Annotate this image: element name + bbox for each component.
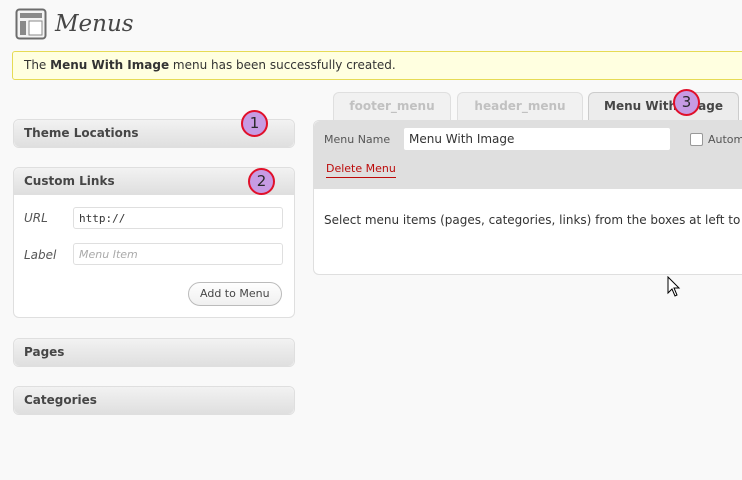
notice-prefix: The xyxy=(24,58,51,72)
delete-menu-link[interactable]: Delete Menu xyxy=(326,162,396,178)
tab-header-menu[interactable]: header_menu xyxy=(457,92,583,121)
label-label: Label xyxy=(24,248,57,262)
categories-box[interactable]: Categories xyxy=(13,386,295,415)
auto-add-checkbox-wrapper[interactable]: Autom xyxy=(690,133,742,146)
notice-suffix: menu has been successfully created. xyxy=(169,58,396,72)
auto-add-label: Autom xyxy=(708,133,742,146)
menu-name-label: Menu Name xyxy=(324,133,391,146)
annotation-marker-2: 2 xyxy=(248,168,275,195)
menu-editor-panel: Menu Name Autom Delete Menu Select menu … xyxy=(313,120,742,275)
pages-title[interactable]: Pages xyxy=(14,339,294,366)
url-input[interactable] xyxy=(73,207,283,229)
annotation-marker-3: 3 xyxy=(673,89,700,116)
annotation-marker-1: 1 xyxy=(241,110,268,137)
categories-title[interactable]: Categories xyxy=(14,387,294,414)
notice-menu-name: Menu With Image xyxy=(50,58,170,72)
tab-menu-with-image[interactable]: Menu With Image xyxy=(588,92,739,122)
page-header: Menus xyxy=(15,8,134,40)
page-title: Menus xyxy=(55,11,134,37)
auto-add-checkbox[interactable] xyxy=(690,133,703,146)
menu-instructions: Select menu items (pages, categories, li… xyxy=(324,213,742,227)
label-input[interactable] xyxy=(73,243,283,265)
menu-name-input[interactable] xyxy=(403,127,671,151)
add-to-menu-button[interactable]: Add to Menu xyxy=(188,282,282,306)
success-notice: The Menu With Image menu has been succes… xyxy=(12,51,742,80)
tab-footer-menu[interactable]: footer_menu xyxy=(333,92,451,121)
pages-box[interactable]: Pages xyxy=(13,338,295,367)
menu-editor-header: Menu Name Autom Delete Menu xyxy=(314,121,742,189)
menus-icon xyxy=(15,8,47,40)
mouse-cursor-icon xyxy=(667,275,681,298)
url-label: URL xyxy=(24,211,48,225)
